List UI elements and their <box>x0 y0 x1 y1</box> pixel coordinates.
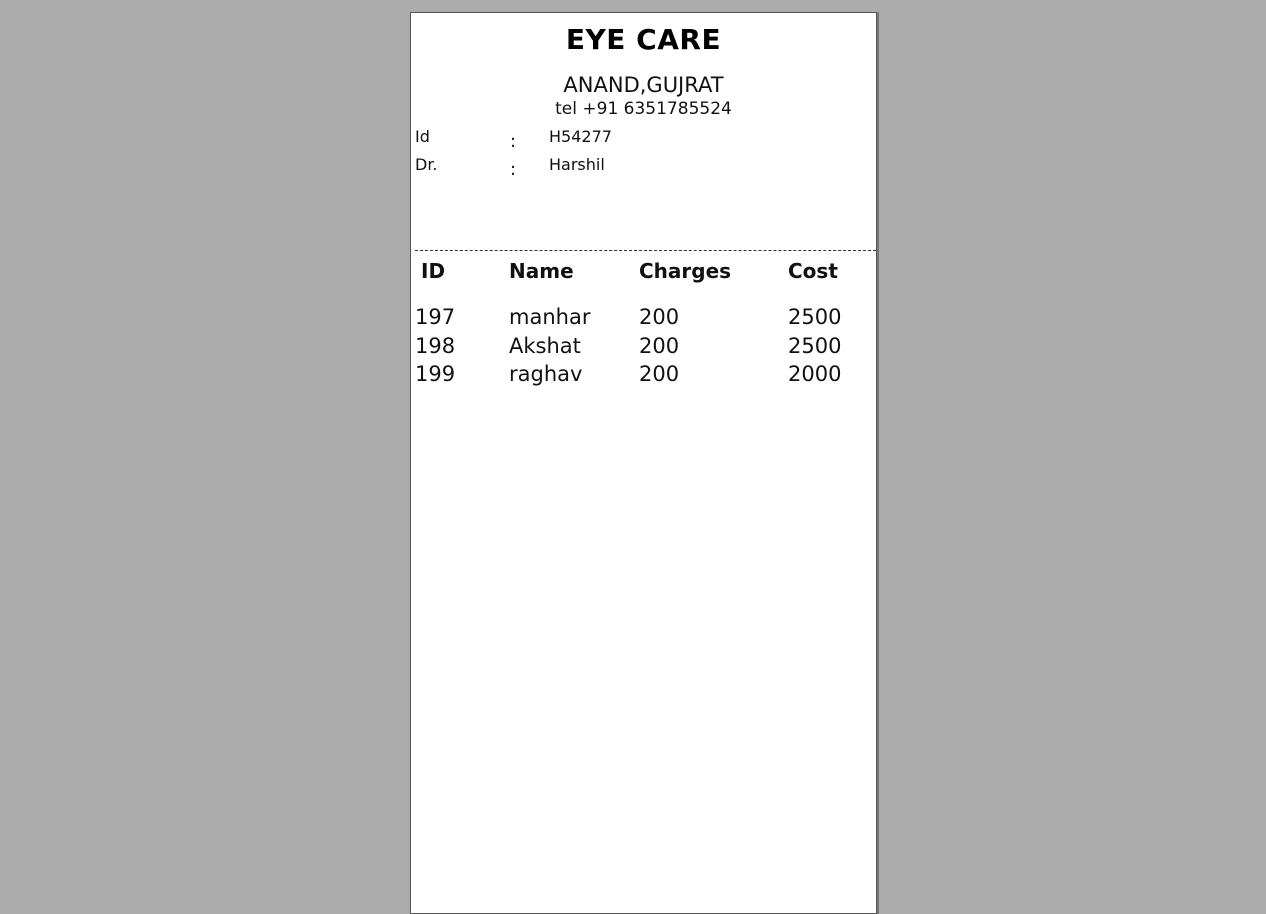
meta-value-id: H54277 <box>549 127 612 146</box>
row-cost: 2500 <box>788 334 842 358</box>
row-cost: 2000 <box>788 362 842 386</box>
meta-value-doctor: Harshil <box>549 155 605 174</box>
meta-separator: : <box>510 159 517 180</box>
row-name: raghav <box>509 362 583 386</box>
column-header-id: ID <box>421 259 446 283</box>
row-charges: 200 <box>639 362 680 386</box>
receipt-telephone: tel +91 6351785524 <box>555 99 732 119</box>
row-charges: 200 <box>639 305 680 329</box>
row-id: 197 <box>415 305 456 329</box>
table-row: 197 manhar 200 2500 <box>411 305 876 333</box>
meta-row-doctor: Dr. : Harshil <box>415 155 855 180</box>
row-name: Akshat <box>509 334 581 358</box>
dashed-divider <box>415 250 876 251</box>
column-header-cost: Cost <box>788 259 838 283</box>
row-id: 198 <box>415 334 456 358</box>
table-row: 198 Akshat 200 2500 <box>411 334 876 362</box>
column-header-charges: Charges <box>639 259 732 283</box>
meta-separator: : <box>510 131 517 152</box>
meta-row-id: Id : H54277 <box>415 127 855 152</box>
table-header: ID Name Charges Cost <box>411 259 876 289</box>
column-header-name: Name <box>509 259 574 283</box>
receipt-page: EYE CARE ANAND,GUJRAT tel +91 6351785524… <box>410 12 877 914</box>
table-row: 199 raghav 200 2000 <box>411 362 876 390</box>
receipt-address: ANAND,GUJRAT <box>563 73 724 97</box>
receipt-title: EYE CARE <box>565 23 722 56</box>
row-charges: 200 <box>639 334 680 358</box>
row-name: manhar <box>509 305 591 329</box>
meta-label-id: Id <box>415 127 430 146</box>
row-cost: 2500 <box>788 305 842 329</box>
meta-label-doctor: Dr. <box>415 155 438 174</box>
row-id: 199 <box>415 362 456 386</box>
